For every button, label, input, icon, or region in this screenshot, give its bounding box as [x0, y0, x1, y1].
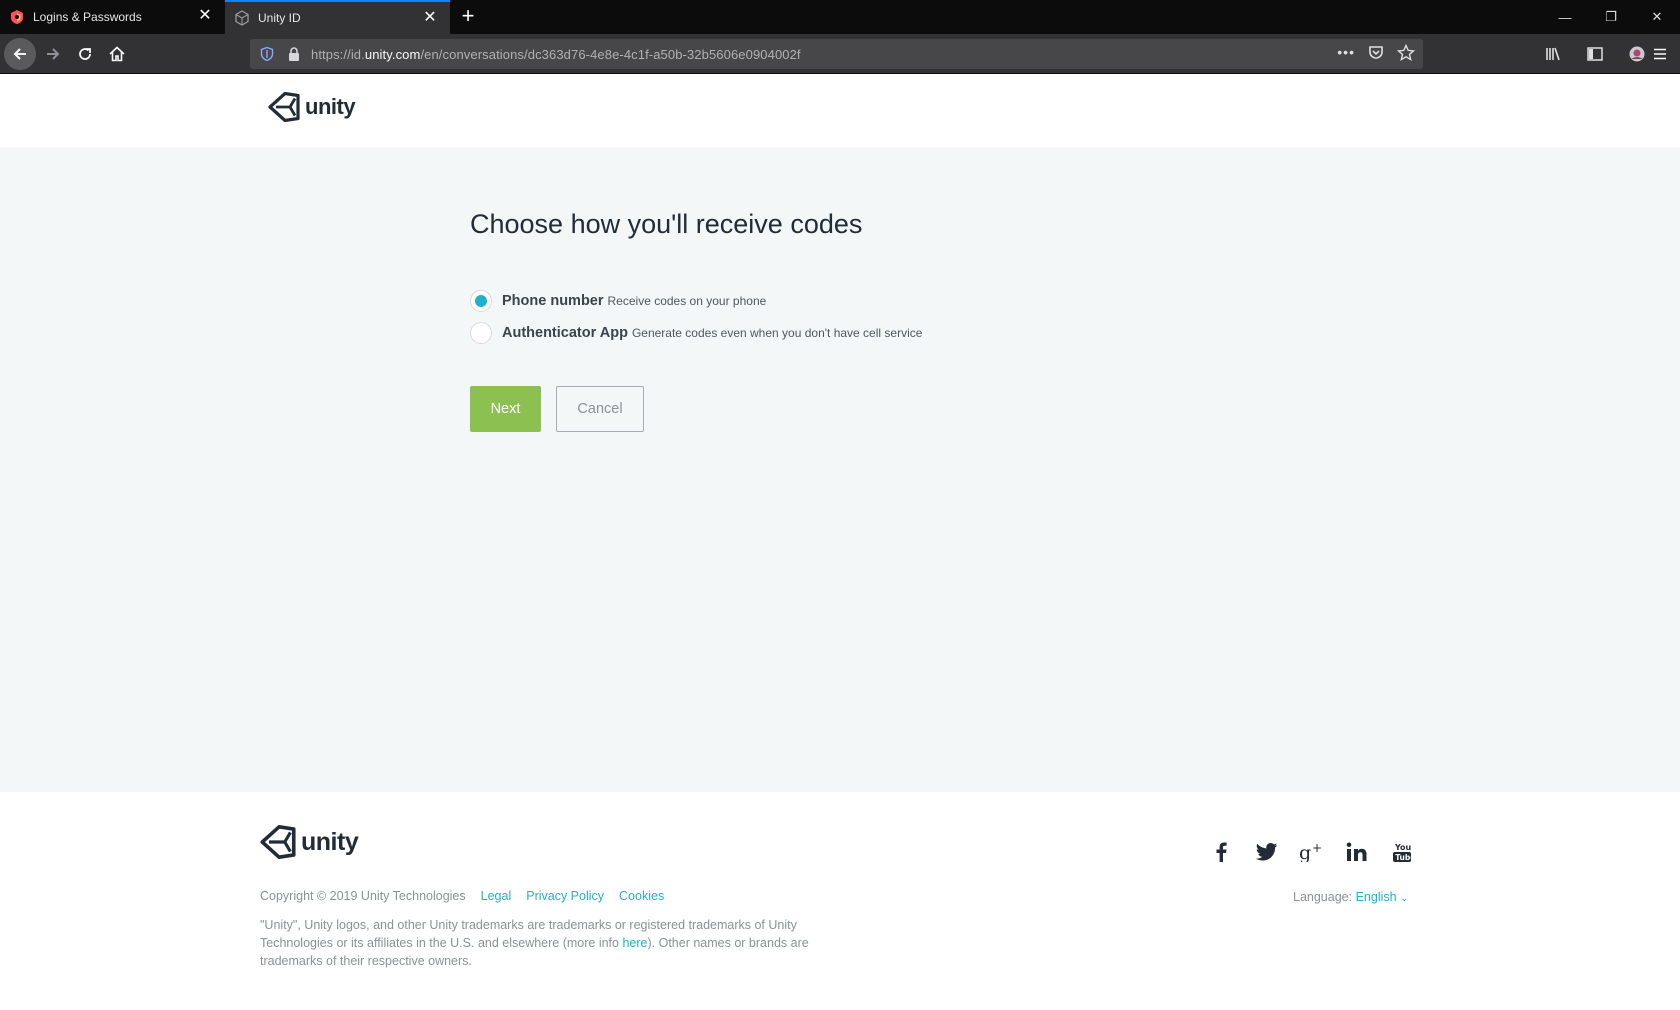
youtube-icon[interactable]: YouTube	[1389, 839, 1415, 865]
minimize-icon[interactable]: —	[1542, 0, 1588, 34]
bookmark-star-icon[interactable]	[1396, 43, 1416, 67]
tab-unity-id[interactable]: Unity ID ✕	[225, 0, 450, 34]
page-actions-icon[interactable]: •••	[1337, 44, 1355, 67]
option-description: Receive codes on your phone	[607, 294, 767, 308]
page-title: Choose how you'll receive codes	[470, 209, 863, 239]
linkedin-icon[interactable]	[1344, 839, 1370, 865]
language-selector[interactable]: Language: English ⌄	[1293, 890, 1408, 904]
option-title: Phone number	[502, 293, 604, 309]
trademark-notice: "Unity", Unity logos, and other Unity tr…	[260, 918, 809, 968]
option-phone-number[interactable]: Phone number Receive codes on your phone	[470, 290, 766, 312]
more-info-link[interactable]: here	[622, 936, 647, 950]
svg-text:g: g	[1299, 842, 1311, 862]
forward-button[interactable]	[37, 38, 69, 70]
library-icon[interactable]	[1537, 38, 1569, 70]
window-close-icon[interactable]: ✕	[1634, 0, 1680, 34]
option-authenticator-app[interactable]: Authenticator App Generate codes even wh…	[470, 322, 922, 344]
cookies-link[interactable]: Cookies	[619, 889, 664, 903]
url-text[interactable]: https://id.unity.com/en/conversations/dc…	[311, 47, 801, 62]
option-title: Authenticator App	[502, 325, 628, 341]
pocket-icon[interactable]	[1367, 44, 1385, 67]
reload-button[interactable]	[69, 38, 101, 70]
restore-icon[interactable]: ❐	[1588, 0, 1634, 34]
back-button[interactable]	[4, 38, 36, 70]
cancel-button[interactable]: Cancel	[556, 386, 644, 432]
tab-logins-passwords[interactable]: Logins & Passwords ✕	[0, 0, 225, 34]
close-tab-icon[interactable]: ✕	[197, 8, 213, 24]
reload-icon	[79, 48, 91, 60]
site-footer: unity Copyright © 2019 Unity Technologie…	[0, 792, 1680, 1010]
google-plus-icon[interactable]: g +	[1299, 839, 1325, 865]
unity-logo-icon	[260, 825, 296, 859]
legal-link[interactable]: Legal	[481, 889, 512, 903]
tab-bar: Logins & Passwords ✕ Unity ID ✕ + — ❐ ✕	[0, 0, 1680, 34]
chevron-down-icon[interactable]: ⌄	[1400, 893, 1408, 904]
home-icon	[109, 46, 125, 62]
hamburger-menu-icon[interactable]	[1644, 38, 1676, 70]
phone-number-radio[interactable]	[470, 290, 492, 312]
svg-text:+: +	[1312, 842, 1322, 855]
tracking-protection-icon[interactable]	[259, 46, 275, 62]
twitter-icon[interactable]	[1254, 839, 1280, 865]
sidebar-icon[interactable]	[1579, 38, 1611, 70]
unity-logo[interactable]: unity	[268, 92, 356, 122]
url-bar[interactable]: https://id.unity.com/en/conversations/dc…	[250, 39, 1423, 69]
next-button[interactable]: Next	[470, 386, 541, 432]
logo-wordmark: unity	[301, 827, 359, 856]
lockwise-icon	[9, 9, 25, 25]
unity-logo-icon	[268, 92, 300, 122]
main-content: Choose how you'll receive codes Phone nu…	[0, 147, 1680, 792]
close-tab-icon[interactable]: ✕	[422, 10, 438, 26]
home-button[interactable]	[101, 38, 133, 70]
navigation-toolbar: https://id.unity.com/en/conversations/dc…	[0, 34, 1680, 74]
arrow-right-icon	[47, 48, 60, 60]
privacy-policy-link[interactable]: Privacy Policy	[526, 889, 604, 903]
arrow-left-icon	[13, 48, 26, 60]
copyright-text: Copyright © 2019 Unity Technologies	[260, 889, 466, 903]
authenticator-app-radio[interactable]	[470, 322, 492, 344]
unity-icon	[234, 10, 250, 26]
site-header: unity	[0, 75, 1680, 147]
tab-label: Unity ID	[258, 11, 301, 25]
tab-label: Logins & Passwords	[33, 10, 142, 24]
new-tab-icon[interactable]: +	[457, 5, 479, 28]
language-label: Language:	[1293, 890, 1353, 904]
footer-unity-logo[interactable]: unity	[260, 825, 359, 859]
svg-text:You: You	[1394, 843, 1412, 852]
lock-icon[interactable]	[287, 46, 301, 62]
option-description: Generate codes even when you don't have …	[631, 326, 923, 340]
facebook-icon[interactable]	[1208, 839, 1234, 865]
svg-text:Tube: Tube	[1395, 853, 1412, 862]
footer-links: Copyright © 2019 Unity Technologies Lega…	[260, 889, 664, 903]
language-value[interactable]: English	[1356, 890, 1397, 904]
logo-wordmark: unity	[305, 94, 356, 119]
